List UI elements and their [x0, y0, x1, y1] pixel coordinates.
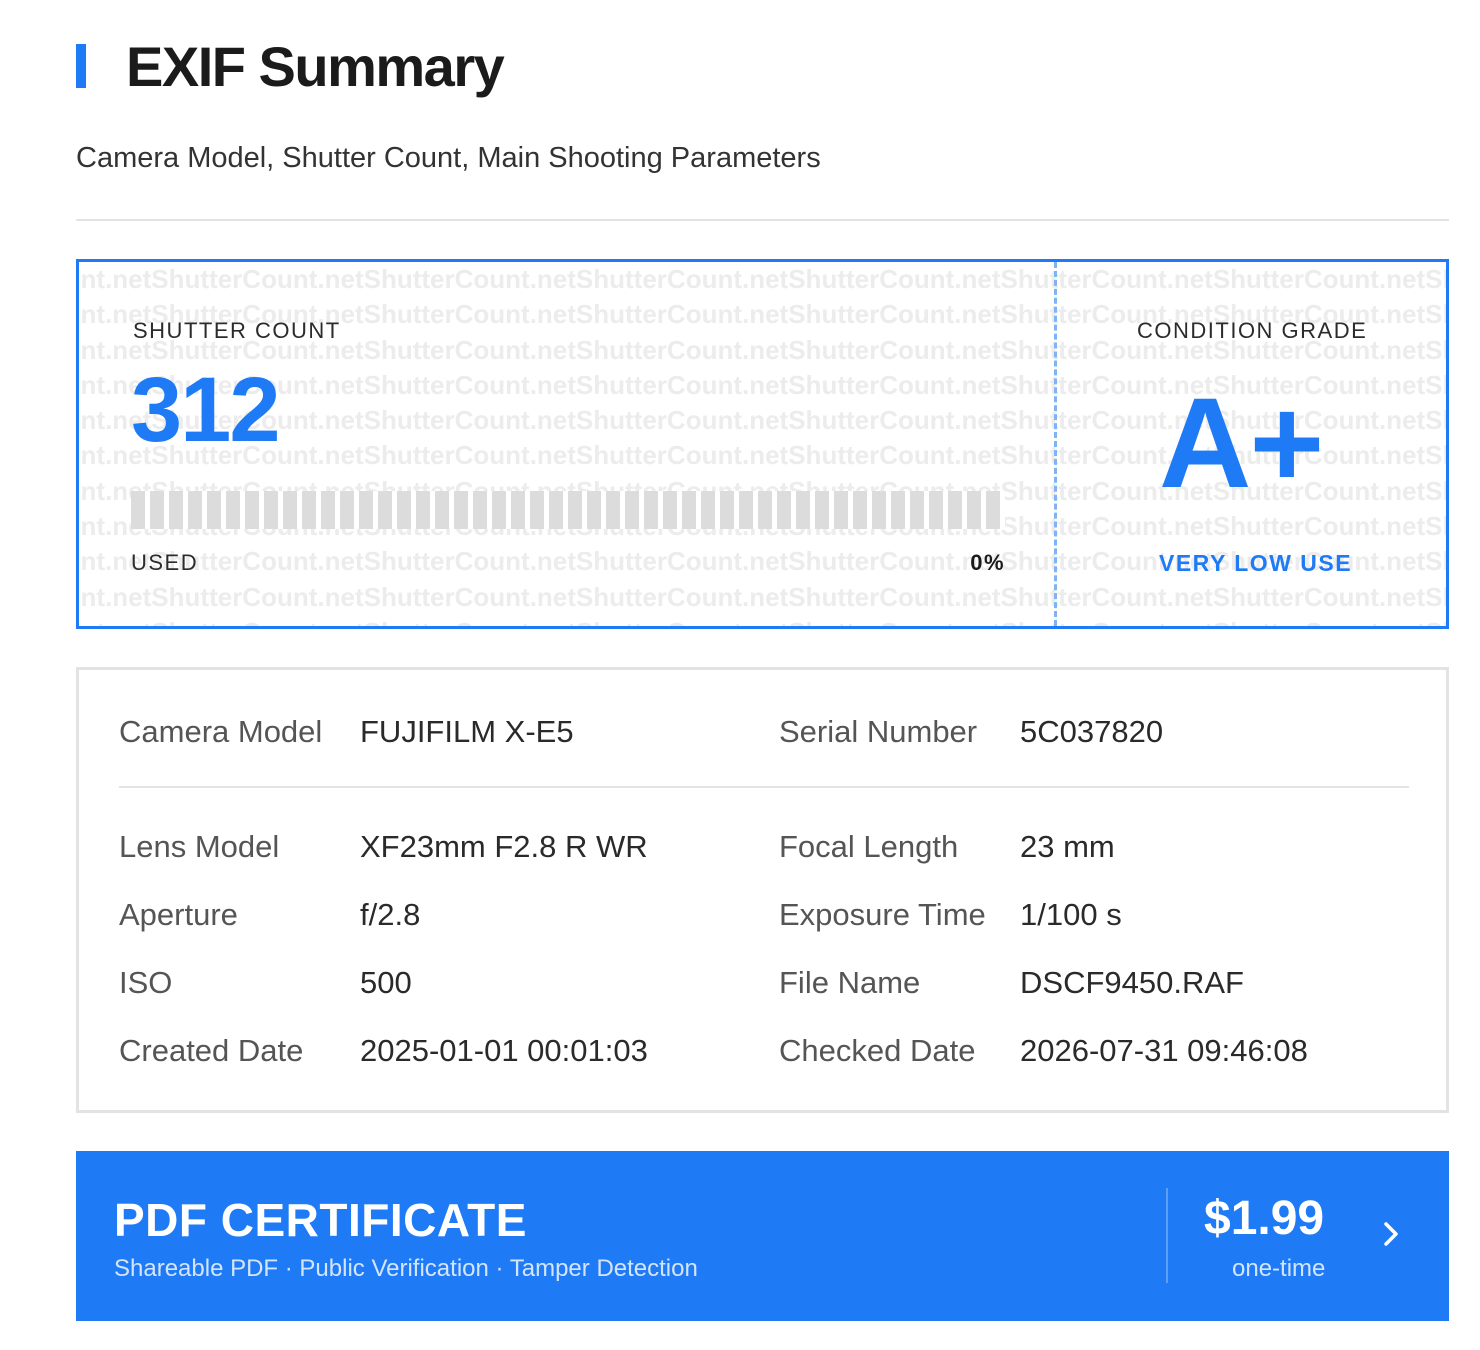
- focal-length-label: Focal Length: [779, 829, 959, 864]
- serial-number-value: 5C037820: [1020, 714, 1164, 749]
- condition-grade-label: CONDITION GRADE: [1137, 318, 1368, 343]
- exposure-time-label: Exposure Time: [779, 897, 986, 932]
- page-subtitle: Camera Model, Shutter Count, Main Shooti…: [76, 142, 821, 174]
- page-header: EXIF Summary: [76, 34, 505, 98]
- file-name-value: DSCF9450.RAF: [1020, 965, 1244, 1000]
- usage-progress-bar: [131, 491, 1005, 529]
- used-label: USED: [131, 550, 199, 575]
- serial-number-label: Serial Number: [779, 714, 978, 749]
- created-date-value: 2025-01-01 00:01:03: [360, 1033, 648, 1068]
- cta-price: $1.99: [1204, 1192, 1325, 1245]
- shutter-count-value: 312: [131, 359, 280, 461]
- exif-details-card: Camera Model FUJIFILM X-E5 Serial Number…: [76, 667, 1449, 1113]
- file-name-label: File Name: [779, 965, 921, 1000]
- lens-model-label: Lens Model: [119, 829, 280, 864]
- condition-grade-value: A+: [1159, 372, 1324, 515]
- card-separator: [1054, 262, 1057, 626]
- chevron-right-icon[interactable]: [1376, 1219, 1406, 1249]
- shutter-count-label: SHUTTER COUNT: [133, 318, 341, 343]
- cta-subtitle: Shareable PDF · Public Verification · Ta…: [114, 1255, 698, 1282]
- header-divider: [76, 219, 1449, 221]
- cta-price-note: one-time: [1232, 1255, 1326, 1282]
- aperture-label: Aperture: [119, 897, 238, 932]
- camera-model-value: FUJIFILM X-E5: [360, 714, 574, 749]
- checked-date-value: 2026-07-31 09:46:08: [1020, 1033, 1308, 1068]
- details-divider: [119, 786, 1409, 788]
- iso-label: ISO: [119, 965, 173, 1000]
- exposure-time-value: 1/100 s: [1020, 897, 1122, 932]
- iso-value: 500: [360, 965, 412, 1000]
- focal-length-value: 23 mm: [1020, 829, 1115, 864]
- camera-model-label: Camera Model: [119, 714, 323, 749]
- lens-model-value: XF23mm F2.8 R WR: [360, 829, 648, 864]
- cta-separator: [1166, 1188, 1168, 1283]
- aperture-value: f/2.8: [360, 897, 421, 932]
- pdf-certificate-button[interactable]: PDF CERTIFICATE Shareable PDF · Public V…: [76, 1151, 1449, 1321]
- watermark-line: ShutterCount.netShutterCount.netShutterC…: [79, 581, 1446, 612]
- used-percent: 0%: [970, 550, 1005, 575]
- watermark-line: ShutterCount.netShutterCount.netShutterC…: [79, 615, 1446, 626]
- condition-grade-description: VERY LOW USE: [1159, 550, 1353, 576]
- shutter-count-card: ShutterCount.netShutterCount.netShutterC…: [76, 259, 1449, 629]
- title-accent-bar: [76, 44, 86, 88]
- cta-title: PDF CERTIFICATE: [114, 1194, 527, 1246]
- created-date-label: Created Date: [119, 1033, 304, 1068]
- page-title: EXIF Summary: [126, 34, 505, 98]
- checked-date-label: Checked Date: [779, 1033, 976, 1068]
- watermark-line: ShutterCount.netShutterCount.netShutterC…: [79, 264, 1446, 294]
